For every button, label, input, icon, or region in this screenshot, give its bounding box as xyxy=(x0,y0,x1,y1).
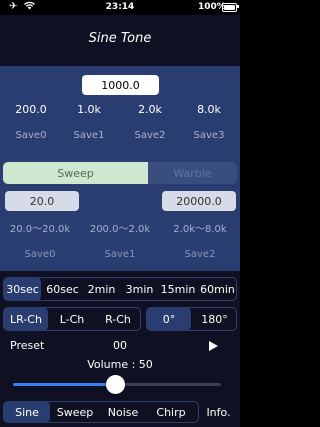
volume-slider-thumb[interactable] xyxy=(105,375,125,394)
save-button-3[interactable]: Save3 xyxy=(185,130,233,141)
duration-15min[interactable]: 15min xyxy=(159,277,197,301)
channel-r[interactable]: R-Ch xyxy=(96,307,140,331)
battery-tip xyxy=(237,5,239,8)
save-button-2[interactable]: Save2 xyxy=(126,130,174,141)
tab-chirp[interactable]: Chirp xyxy=(148,401,194,423)
duration-60sec[interactable]: 60sec xyxy=(44,277,81,301)
channel-lr[interactable]: LR-Ch xyxy=(4,307,48,331)
save-button-1[interactable]: Save1 xyxy=(65,130,113,141)
info-button[interactable]: Info. xyxy=(201,401,236,423)
page-title: Sine Tone xyxy=(88,31,152,46)
preset-label: Preset xyxy=(10,339,45,352)
duration-3min[interactable]: 3min xyxy=(122,277,157,301)
tab-sine[interactable]: Sine xyxy=(4,401,50,423)
preset-number: 00 xyxy=(113,339,127,352)
volume-slider-fill xyxy=(13,383,115,386)
duration-2min[interactable]: 2min xyxy=(84,277,119,301)
frequency-input[interactable]: 1000.0 xyxy=(82,75,159,95)
sweep-start-input[interactable]: 20.0 xyxy=(5,191,79,211)
sweep-save-button-2[interactable]: Save2 xyxy=(160,249,240,260)
phase-0[interactable]: 0° xyxy=(147,307,191,331)
sweep-save-button-1[interactable]: Save1 xyxy=(80,249,160,260)
sweep-range-preset-2[interactable]: 2.0k～8.0k xyxy=(160,220,240,235)
sweep-range-preset-0[interactable]: 20.0～20.0k xyxy=(0,220,80,235)
preset-frequency-0[interactable]: 200.0 xyxy=(7,103,55,116)
save-button-0[interactable]: Save0 xyxy=(7,130,55,141)
tab-noise[interactable]: Noise xyxy=(100,401,146,423)
volume-label: Volume : 50 xyxy=(87,358,153,371)
duration-30sec[interactable]: 30sec xyxy=(4,277,41,301)
phase-180[interactable]: 180° xyxy=(193,307,236,331)
play-icon[interactable] xyxy=(209,341,218,351)
channel-l[interactable]: L-Ch xyxy=(50,307,94,331)
battery-icon xyxy=(222,3,237,12)
sweep-mode-button[interactable]: Sweep xyxy=(3,162,148,184)
tab-sweep[interactable]: Sweep xyxy=(52,401,98,423)
preset-frequency-2[interactable]: 2.0k xyxy=(126,103,174,116)
sweep-warble-segment: Sweep Warble xyxy=(3,162,237,184)
sweep-save-button-0[interactable]: Save0 xyxy=(0,249,80,260)
preset-frequency-1[interactable]: 1.0k xyxy=(65,103,113,116)
preset-frequency-3[interactable]: 8.0k xyxy=(185,103,233,116)
warble-mode-button[interactable]: Warble xyxy=(148,162,237,184)
sweep-end-input[interactable]: 20000.0 xyxy=(162,191,236,211)
duration-60min[interactable]: 60min xyxy=(199,277,236,301)
sweep-range-preset-1[interactable]: 200.0～2.0k xyxy=(80,220,160,235)
